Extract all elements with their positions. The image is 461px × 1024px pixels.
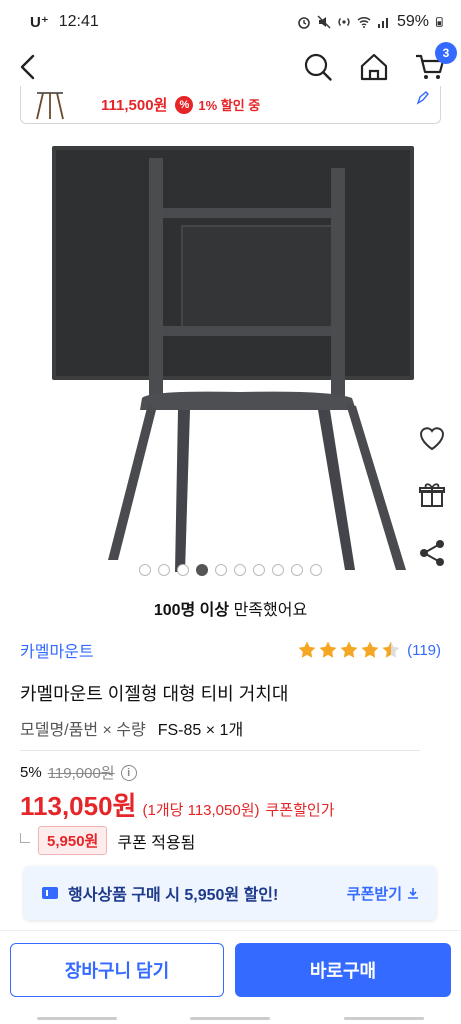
discount-rate: 5% [20, 764, 42, 781]
buy-now-button[interactable]: 바로구매 [235, 943, 451, 997]
corner-arrow-icon [20, 832, 30, 843]
star-icon [361, 641, 379, 658]
toast-text: 행사상품 구매 시 5,950원 할인! [68, 887, 279, 904]
home-icon[interactable] [357, 50, 391, 84]
ticket-icon [42, 887, 58, 899]
carousel-dot[interactable] [291, 564, 303, 576]
wifi-icon [357, 16, 371, 28]
star-icon [382, 641, 400, 658]
bottom-action-bar: 장바구니 담기 바로구매 [0, 930, 461, 1010]
carousel-dot[interactable] [177, 564, 189, 576]
get-coupon-button[interactable]: 쿠폰받기 [347, 883, 420, 904]
carousel-dot[interactable] [234, 564, 246, 576]
get-coupon-label: 쿠폰받기 [346, 885, 402, 903]
cart-button[interactable]: 3 [413, 42, 457, 84]
rating[interactable]: (119) [296, 640, 441, 660]
battery-icon [435, 17, 443, 27]
carousel-dot[interactable] [253, 564, 265, 576]
pencil-icon[interactable] [416, 91, 430, 105]
carousel-dot[interactable] [215, 564, 227, 576]
info-icon[interactable]: i [120, 764, 137, 781]
download-icon [408, 888, 418, 899]
discount-badge-icon: % [175, 95, 194, 114]
carousel-dot[interactable] [272, 564, 284, 576]
star-icon [298, 641, 316, 658]
carousel-indicator[interactable] [0, 564, 461, 576]
gesture-line [36, 1016, 117, 1020]
coupon-price-label: 쿠폰할인가 [265, 802, 335, 819]
carousel-dot[interactable] [310, 564, 322, 576]
product-title: 카멜마운트 이젤형 대형 티비 거치대 [20, 684, 289, 704]
coupon-amount: 5,950원 [38, 826, 108, 855]
product-image[interactable] [0, 140, 461, 580]
carrier-label: U⁺ [30, 14, 49, 31]
clock: 12:41 [58, 13, 99, 30]
back-arrow-icon[interactable] [14, 52, 42, 82]
hotspot-icon [338, 18, 350, 26]
gift-icon[interactable] [415, 478, 449, 512]
satisfaction-text: 100명 이상 만족했어요 [0, 596, 461, 620]
sticky-product-card[interactable]: 111,500원 % 1% 할인 중 [20, 86, 441, 124]
signal-icon [377, 18, 388, 28]
gesture-bar [0, 1012, 461, 1024]
unit-price: (1개당 113,050원) [142, 802, 260, 819]
product-thumbnail [36, 91, 64, 119]
coupon-toast[interactable]: 행사상품 구매 시 5,950원 할인! 쿠폰받기 [24, 866, 436, 920]
top-nav: 3 [0, 42, 461, 90]
original-price: 119,000원 [47, 765, 115, 782]
sticky-discount-text: 1% 할인 중 [198, 98, 261, 113]
satisfaction-rest: 만족했어요 [229, 602, 308, 619]
brand-link[interactable]: 카멜마운트 [20, 638, 94, 662]
gesture-line [344, 1016, 425, 1020]
carousel-dot[interactable] [158, 564, 170, 576]
gesture-line [190, 1016, 271, 1020]
cart-count-badge: 3 [435, 42, 457, 64]
satisfaction-count: 100명 이상 [153, 602, 230, 619]
sticky-price: 111,500원 [101, 97, 168, 114]
coupon-applied-text: 쿠폰 적용됨 [117, 834, 196, 852]
carousel-dot[interactable] [196, 564, 208, 576]
status-bar: U⁺ 12:41 59% [0, 0, 461, 44]
carousel-dot[interactable] [139, 564, 151, 576]
heart-icon[interactable] [415, 420, 449, 454]
option-value: FS-85 × 1개 [157, 722, 244, 739]
add-to-cart-button[interactable]: 장바구니 담기 [10, 943, 224, 997]
star-icon [319, 641, 337, 658]
search-icon[interactable] [301, 50, 335, 84]
star-icon [340, 641, 358, 658]
battery-percent: 59% [396, 13, 429, 30]
review-count[interactable]: (119) [407, 642, 441, 659]
alarm-icon [298, 17, 310, 29]
option-row: 모델명/품번 × 수량 FS-85 × 1개 [20, 716, 243, 740]
option-label: 모델명/품번 × 수량 [20, 722, 146, 739]
mute-icon [317, 15, 331, 29]
sale-price: 113,050원 [20, 791, 137, 821]
divider [20, 750, 420, 751]
